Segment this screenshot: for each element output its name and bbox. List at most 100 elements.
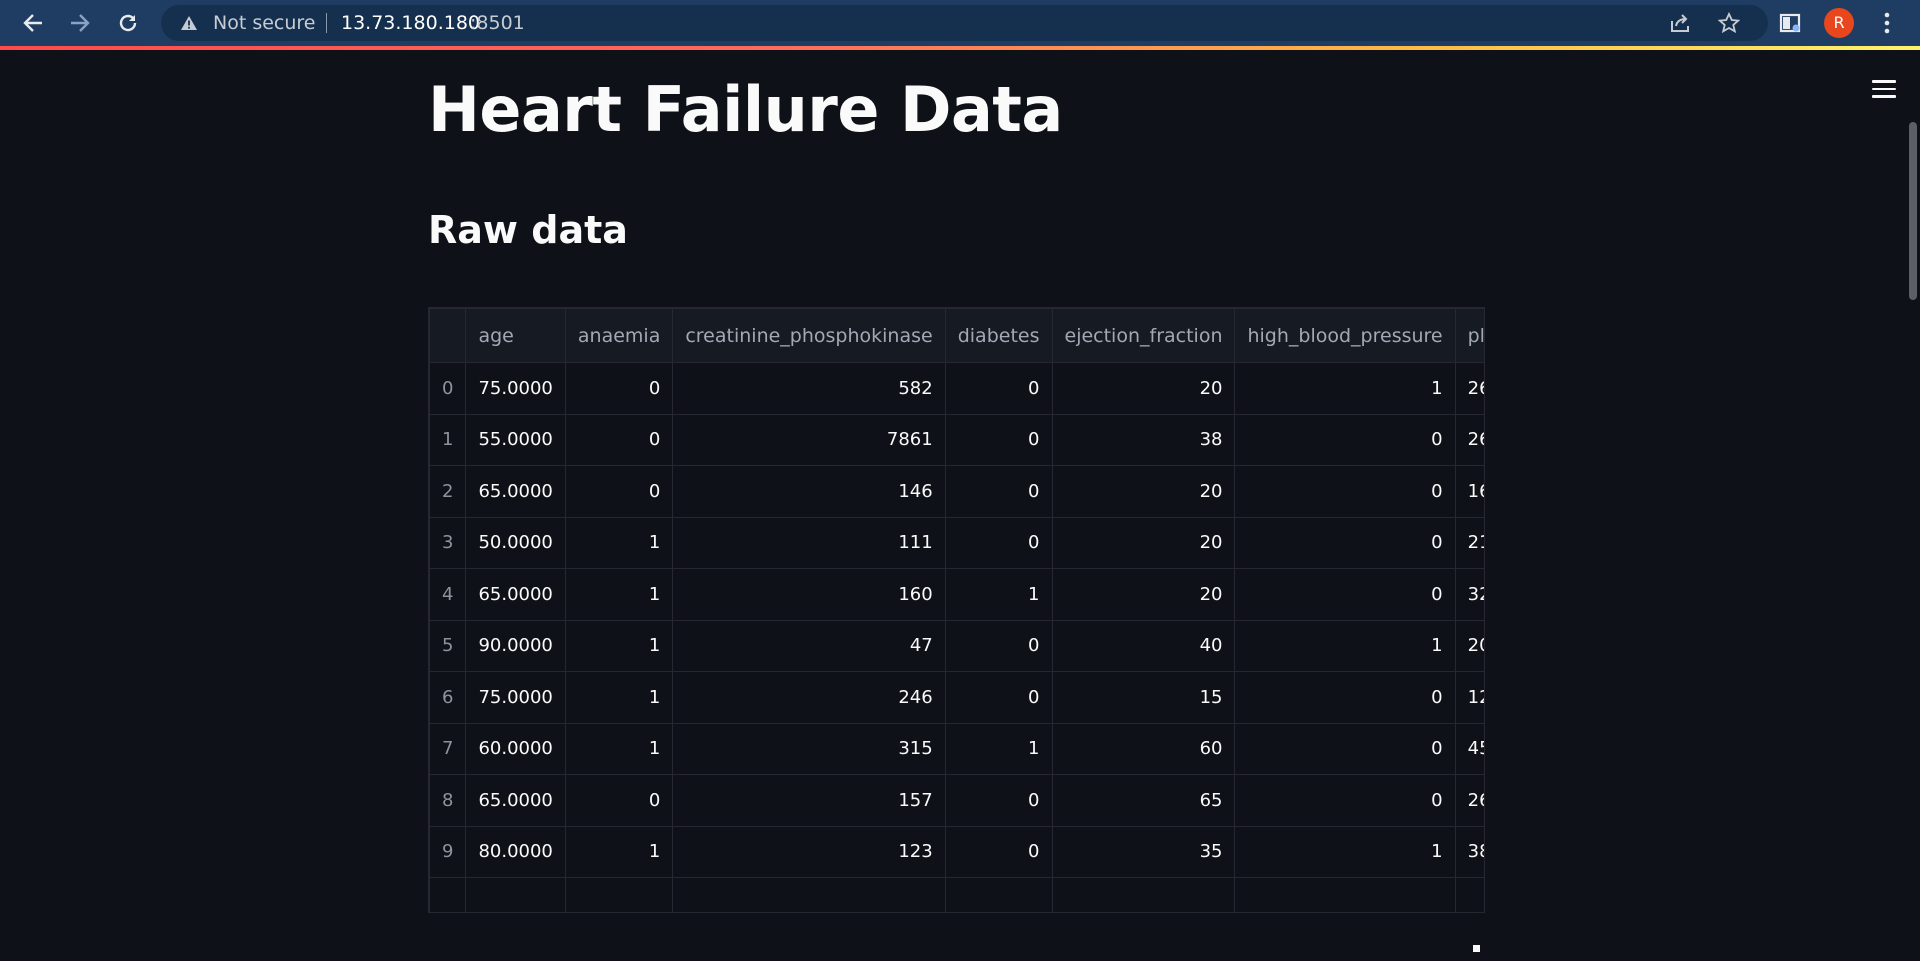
cell-age[interactable]: 90.0000	[465, 619, 566, 672]
cell-age[interactable]	[465, 877, 566, 912]
cell-platelets[interactable]: 263,3	[1454, 413, 1484, 466]
cell-age[interactable]: 75.0000	[465, 671, 566, 724]
cell-anaemia[interactable]: 1	[564, 619, 674, 672]
vertical-scrollbar[interactable]	[1909, 122, 1917, 300]
cell-ejection-fraction[interactable]: 20	[1051, 362, 1236, 415]
cell-age[interactable]: 60.0000	[465, 722, 566, 775]
cell-creatinine-phosphokinase[interactable]: 315	[672, 722, 946, 775]
cell-diabetes[interactable]: 0	[944, 362, 1053, 415]
cell-anaemia[interactable]: 0	[564, 774, 674, 827]
cell-creatinine-phosphokinase[interactable]: 146	[672, 465, 946, 518]
cell-anaemia[interactable]: 0	[564, 465, 674, 518]
cell-anaemia[interactable]: 1	[564, 722, 674, 775]
data-table[interactable]: age anaemia creatinine_phosphokinase dia…	[428, 307, 1485, 913]
cell-platelets[interactable]	[1454, 877, 1484, 912]
column-header-high-blood-pressure[interactable]: high_blood_pressure	[1234, 308, 1456, 363]
cell-creatinine-phosphokinase[interactable]: 123	[672, 825, 946, 878]
cell-age[interactable]: 75.0000	[465, 362, 566, 415]
cell-diabetes[interactable]: 0	[944, 619, 1053, 672]
cell-high-blood-pressure[interactable]: 0	[1234, 516, 1456, 569]
cell-creatinine-phosphokinase[interactable]: 160	[672, 568, 946, 621]
row-index[interactable]: 3	[429, 516, 467, 569]
cell-platelets[interactable]: 454,0	[1454, 722, 1484, 775]
cell-platelets[interactable]: 162,0	[1454, 465, 1484, 518]
cell-anaemia[interactable]: 1	[564, 671, 674, 724]
side-panel-button[interactable]	[1770, 0, 1810, 46]
cell-platelets[interactable]: 388,0	[1454, 825, 1484, 878]
row-index[interactable]	[429, 877, 467, 912]
cell-creatinine-phosphokinase[interactable]: 47	[672, 619, 946, 672]
cell-creatinine-phosphokinase[interactable]: 7861	[672, 413, 946, 466]
cell-high-blood-pressure[interactable]: 0	[1234, 465, 1456, 518]
row-index[interactable]: 7	[429, 722, 467, 775]
hamburger-menu-icon[interactable]	[1872, 80, 1896, 100]
cell-creatinine-phosphokinase[interactable]: 111	[672, 516, 946, 569]
cell-ejection-fraction[interactable]: 65	[1051, 774, 1236, 827]
address-bar[interactable]: Not secure 13.73.180.180 :8501	[161, 5, 1768, 41]
row-index[interactable]: 9	[429, 825, 467, 878]
column-header-diabetes[interactable]: diabetes	[944, 308, 1053, 363]
cell-ejection-fraction[interactable]: 40	[1051, 619, 1236, 672]
browser-menu-button[interactable]	[1867, 0, 1907, 46]
cell-platelets[interactable]: 204,0	[1454, 619, 1484, 672]
cell-creatinine-phosphokinase[interactable]	[672, 877, 946, 912]
cell-age[interactable]: 80.0000	[465, 825, 566, 878]
cell-anaemia[interactable]: 1	[564, 568, 674, 621]
cell-ejection-fraction[interactable]: 20	[1051, 465, 1236, 518]
cell-ejection-fraction[interactable]: 38	[1051, 413, 1236, 466]
cell-anaemia[interactable]: 1	[564, 516, 674, 569]
cell-high-blood-pressure[interactable]: 1	[1234, 619, 1456, 672]
cell-diabetes[interactable]: 1	[944, 722, 1053, 775]
cell-platelets[interactable]: 265,0	[1454, 362, 1484, 415]
reload-button[interactable]	[108, 0, 148, 46]
cell-creatinine-phosphokinase[interactable]: 582	[672, 362, 946, 415]
cell-age[interactable]: 65.0000	[465, 465, 566, 518]
cell-age[interactable]: 65.0000	[465, 774, 566, 827]
column-header-platelets[interactable]: platel	[1454, 308, 1484, 363]
cell-diabetes[interactable]: 0	[944, 825, 1053, 878]
table-resize-handle[interactable]	[1473, 945, 1480, 952]
cell-platelets[interactable]: 327,0	[1454, 568, 1484, 621]
cell-diabetes[interactable]: 0	[944, 413, 1053, 466]
cell-platelets[interactable]: 210,0	[1454, 516, 1484, 569]
share-icon[interactable]	[1669, 13, 1691, 33]
row-index[interactable]: 2	[429, 465, 467, 518]
cell-platelets[interactable]: 127,0	[1454, 671, 1484, 724]
star-icon[interactable]	[1718, 12, 1740, 34]
back-button[interactable]	[13, 0, 53, 46]
cell-ejection-fraction[interactable]: 60	[1051, 722, 1236, 775]
profile-avatar[interactable]: R	[1824, 8, 1854, 38]
cell-high-blood-pressure[interactable]: 0	[1234, 722, 1456, 775]
cell-diabetes[interactable]: 0	[944, 671, 1053, 724]
cell-ejection-fraction[interactable]	[1051, 877, 1236, 912]
cell-age[interactable]: 55.0000	[465, 413, 566, 466]
cell-high-blood-pressure[interactable]: 0	[1234, 413, 1456, 466]
cell-diabetes[interactable]: 1	[944, 568, 1053, 621]
cell-diabetes[interactable]: 0	[944, 774, 1053, 827]
cell-age[interactable]: 50.0000	[465, 516, 566, 569]
cell-creatinine-phosphokinase[interactable]: 157	[672, 774, 946, 827]
column-header-age[interactable]: age	[465, 308, 566, 363]
cell-ejection-fraction[interactable]: 35	[1051, 825, 1236, 878]
cell-high-blood-pressure[interactable]: 0	[1234, 774, 1456, 827]
cell-high-blood-pressure[interactable]: 1	[1234, 362, 1456, 415]
cell-high-blood-pressure[interactable]: 0	[1234, 671, 1456, 724]
cell-diabetes[interactable]	[944, 877, 1053, 912]
row-index[interactable]: 8	[429, 774, 467, 827]
cell-anaemia[interactable]: 0	[564, 413, 674, 466]
row-index[interactable]: 6	[429, 671, 467, 724]
row-index[interactable]: 5	[429, 619, 467, 672]
row-index[interactable]: 1	[429, 413, 467, 466]
row-index[interactable]: 4	[429, 568, 467, 621]
cell-platelets[interactable]: 263,3	[1454, 774, 1484, 827]
column-header-ejection-fraction[interactable]: ejection_fraction	[1051, 308, 1236, 363]
forward-button[interactable]	[60, 0, 100, 46]
cell-diabetes[interactable]: 0	[944, 465, 1053, 518]
cell-high-blood-pressure[interactable]	[1234, 877, 1456, 912]
cell-anaemia[interactable]: 1	[564, 825, 674, 878]
cell-high-blood-pressure[interactable]: 0	[1234, 568, 1456, 621]
cell-anaemia[interactable]: 0	[564, 362, 674, 415]
cell-anaemia[interactable]	[564, 877, 674, 912]
cell-creatinine-phosphokinase[interactable]: 246	[672, 671, 946, 724]
cell-ejection-fraction[interactable]: 20	[1051, 516, 1236, 569]
